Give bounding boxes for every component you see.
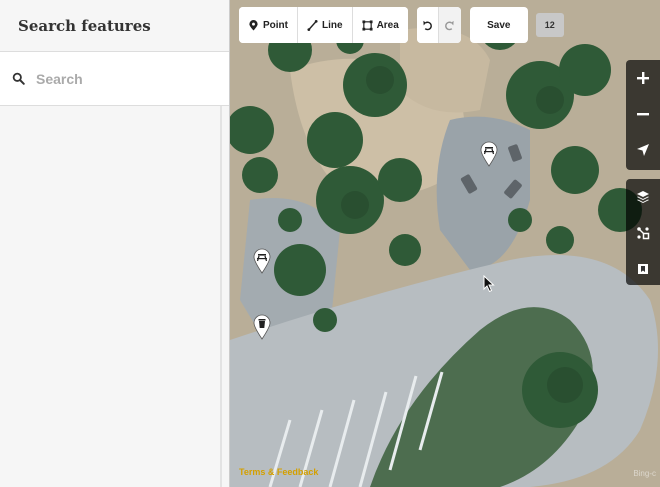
satellite-imagery: [230, 0, 660, 487]
line-icon: [307, 19, 318, 31]
point-icon: [249, 19, 258, 31]
add-area-button[interactable]: Area: [352, 7, 408, 43]
picnic-pin-icon[interactable]: [253, 248, 271, 274]
map-controls-navigation: [626, 60, 660, 170]
search-icon: [12, 72, 25, 85]
undo-button[interactable]: [416, 7, 439, 43]
redo-button[interactable]: [438, 7, 461, 43]
add-point-button[interactable]: Point: [239, 7, 298, 43]
save-button[interactable]: Save: [469, 7, 528, 43]
undo-icon: [423, 20, 432, 30]
help-button[interactable]: [626, 251, 660, 287]
map-data-button[interactable]: [626, 215, 660, 251]
zoom-out-icon: [637, 113, 649, 116]
add-line-button[interactable]: Line: [298, 7, 353, 43]
layers-button[interactable]: [626, 179, 660, 215]
locate-button[interactable]: [626, 132, 660, 168]
picnic-pin-icon[interactable]: [480, 141, 498, 167]
map-canvas[interactable]: [230, 0, 660, 487]
map-data-icon: [637, 227, 650, 240]
locate-icon: [637, 144, 649, 156]
edit-count-badge: 12: [535, 13, 564, 37]
add-feature-group: Point Line Area: [239, 7, 408, 43]
top-toolbar: Point Line Area Save 12: [239, 7, 564, 43]
terms-feedback-link[interactable]: Terms & Feedback: [239, 467, 318, 477]
help-icon: [638, 264, 648, 274]
sidebar-title: Search features: [18, 16, 151, 35]
add-area-label: Area: [376, 19, 399, 31]
trash-pin-icon[interactable]: [253, 314, 271, 340]
mouse-cursor-icon: [483, 275, 495, 293]
map-controls-panels: [626, 179, 660, 285]
zoom-in-icon: [637, 72, 649, 84]
redo-icon: [445, 20, 454, 30]
search-box[interactable]: [0, 52, 229, 106]
sidebar: Search features: [0, 0, 230, 487]
sidebar-body: [0, 106, 230, 487]
layers-icon: [637, 191, 649, 203]
search-input[interactable]: [36, 70, 206, 87]
zoom-out-button[interactable]: [626, 96, 660, 132]
add-point-label: Point: [263, 19, 288, 31]
sidebar-resizer[interactable]: [220, 106, 222, 487]
imagery-attribution: Bing-c: [633, 469, 656, 478]
sidebar-header: Search features: [0, 0, 229, 52]
zoom-in-button[interactable]: [626, 60, 660, 96]
add-line-label: Line: [322, 19, 343, 31]
area-icon: [362, 19, 373, 31]
history-group: [416, 7, 461, 43]
